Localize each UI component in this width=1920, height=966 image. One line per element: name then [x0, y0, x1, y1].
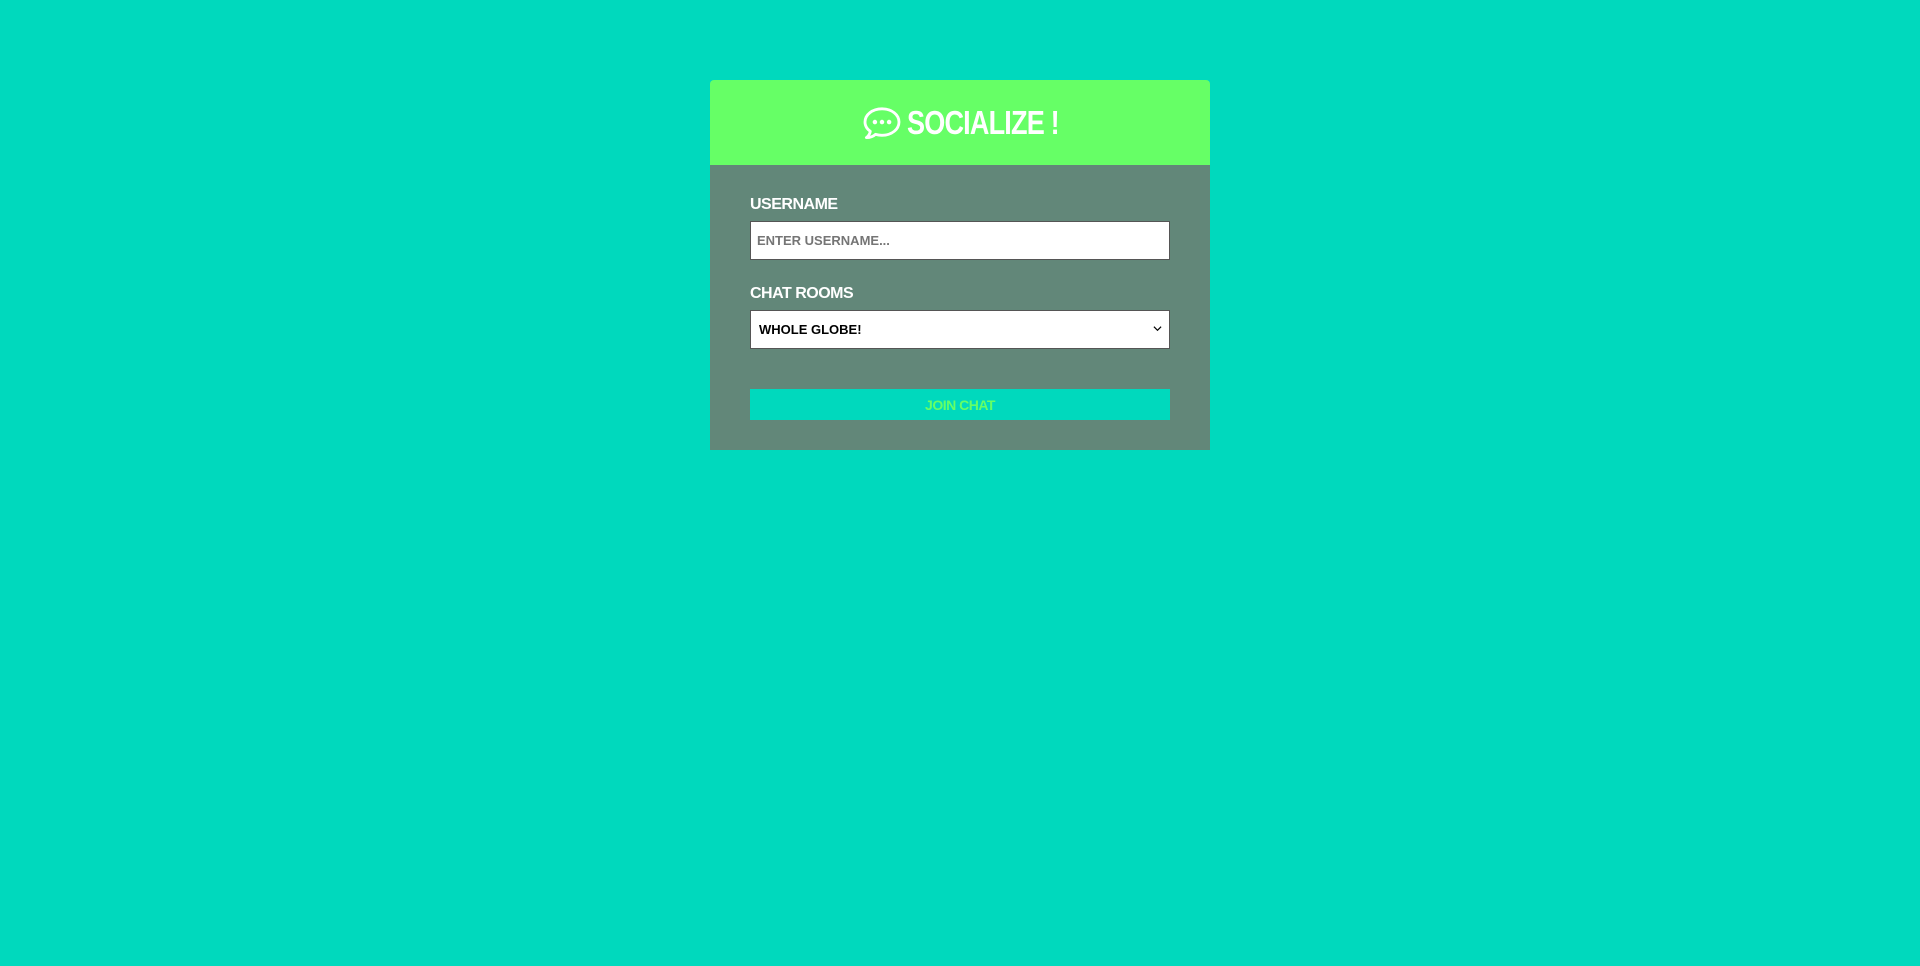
room-label: CHAT ROOMS: [750, 285, 854, 302]
username-label: USERNAME: [750, 196, 838, 213]
join-card: SOCIALIZE ! USERNAME CHAT ROOMS WHOLE GL…: [710, 80, 1210, 450]
card-header: SOCIALIZE !: [710, 80, 1210, 165]
room-select[interactable]: WHOLE GLOBE!: [750, 310, 1170, 349]
comment-dots-icon: [863, 106, 901, 139]
app-title: SOCIALIZE !: [907, 103, 1060, 141]
room-select-value[interactable]: WHOLE GLOBE!: [750, 310, 1170, 349]
join-form: USERNAME CHAT ROOMS WHOLE GLOBE! JOIN CH…: [710, 165, 1210, 450]
room-group: CHAT ROOMS WHOLE GLOBE!: [750, 284, 1170, 349]
username-input[interactable]: [750, 221, 1170, 260]
username-group: USERNAME: [750, 195, 1170, 260]
join-chat-button[interactable]: JOIN CHAT: [750, 389, 1170, 420]
chevron-down-icon: [1153, 326, 1162, 332]
